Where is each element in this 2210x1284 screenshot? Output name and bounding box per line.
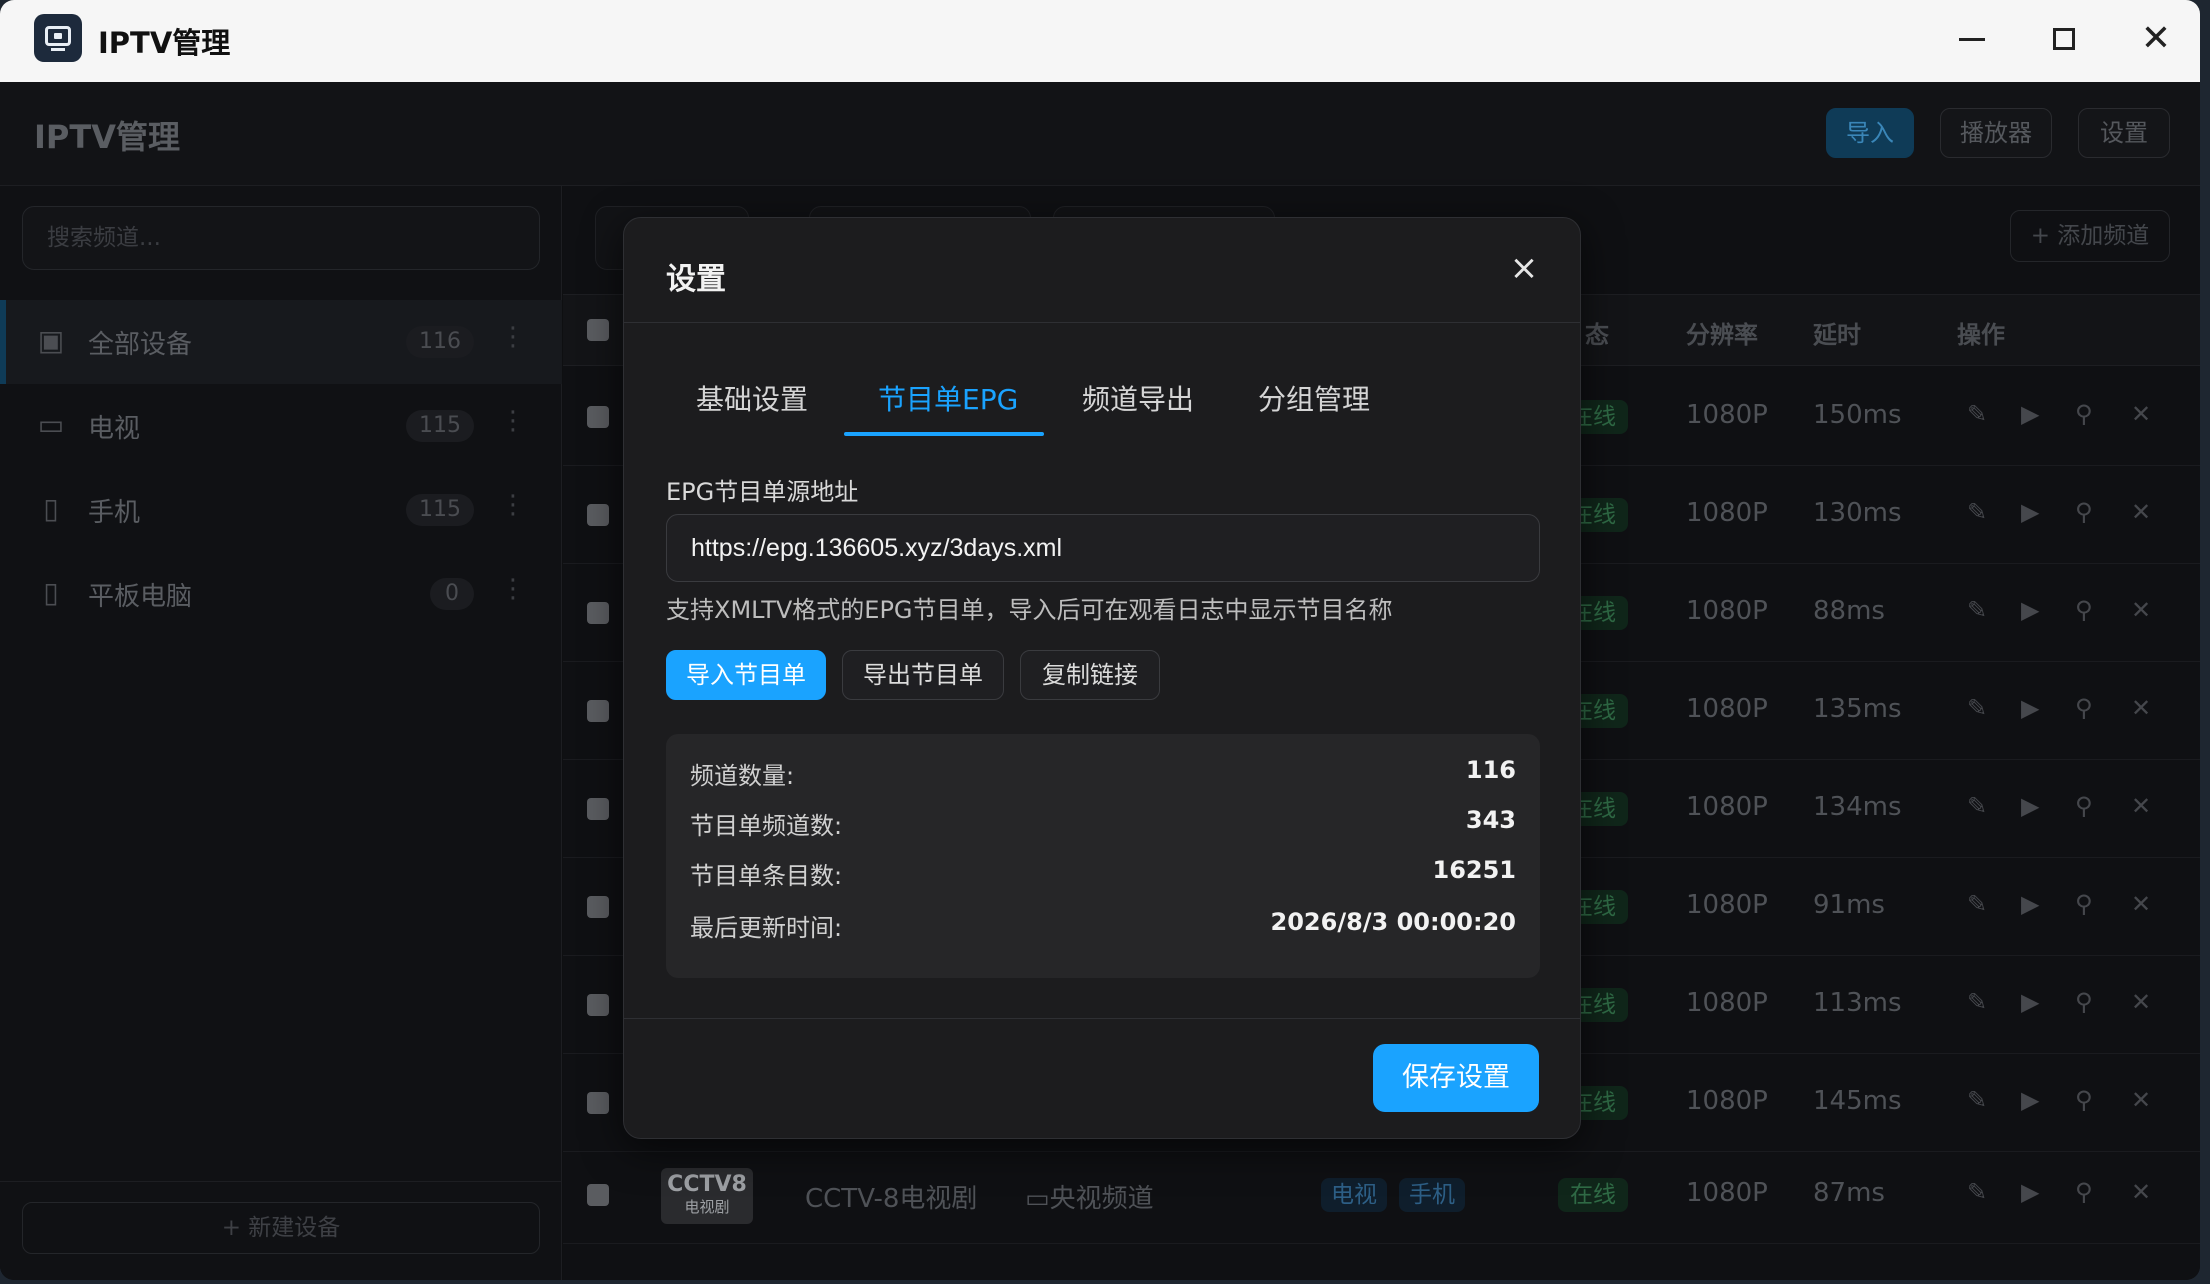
- window-title: IPTV管理: [98, 26, 231, 60]
- epg-hint: 支持XMLTV格式的EPG节目单，导入后可在观看日志中显示节目名称: [666, 596, 1393, 624]
- epg-url-input[interactable]: https://epg.136605.xyz/3days.xml: [666, 514, 1540, 582]
- epg-stats-panel: 频道数量: 116 节目单频道数: 343 节目单条目数: 16251 最后更新…: [666, 734, 1540, 978]
- tab-channel-export[interactable]: 频道导出: [1082, 378, 1194, 418]
- stat-value: 343: [1465, 806, 1516, 834]
- title-bar: IPTV管理 ✕: [0, 0, 2200, 82]
- close-icon[interactable]: ×: [1504, 248, 1544, 288]
- active-tab-indicator: [844, 432, 1044, 436]
- app-window: IPTV管理 ✕ IPTV管理 导入 播放器 设置 搜索频道... ▣ 全部设备…: [0, 0, 2200, 1280]
- maximize-icon: [2053, 28, 2075, 50]
- stat-label: 节目单频道数:: [690, 812, 843, 840]
- stat-value: 16251: [1432, 856, 1517, 884]
- close-window-button[interactable]: ✕: [2130, 16, 2182, 62]
- divider: [624, 322, 1580, 323]
- copy-link-button[interactable]: 复制链接: [1020, 650, 1160, 700]
- minimize-icon: [1959, 38, 1985, 41]
- stat-value: 116: [1465, 756, 1516, 784]
- stat-label: 最后更新时间:: [690, 914, 843, 942]
- settings-dialog: 设置 × 基础设置 节目单EPG 频道导出 分组管理 EPG节目单源地址 htt…: [623, 217, 1581, 1139]
- stat-label: 节目单条目数:: [690, 862, 843, 890]
- divider: [624, 1018, 1580, 1019]
- stat-label: 频道数量:: [690, 762, 795, 790]
- tab-group-management[interactable]: 分组管理: [1258, 378, 1370, 418]
- tab-basic-settings[interactable]: 基础设置: [696, 378, 808, 418]
- app-tv-icon: [34, 14, 82, 62]
- dialog-title: 设置: [666, 262, 726, 297]
- tab-epg[interactable]: 节目单EPG: [878, 378, 1018, 418]
- import-epg-button[interactable]: 导入节目单: [666, 650, 826, 700]
- save-settings-button[interactable]: 保存设置: [1373, 1044, 1539, 1112]
- maximize-button[interactable]: [2038, 16, 2090, 62]
- epg-url-label: EPG节目单源地址: [666, 478, 859, 506]
- stat-value: 2026/8/3 00:00:20: [1270, 908, 1516, 936]
- minimize-button[interactable]: [1946, 16, 1998, 62]
- export-epg-button[interactable]: 导出节目单: [842, 650, 1004, 700]
